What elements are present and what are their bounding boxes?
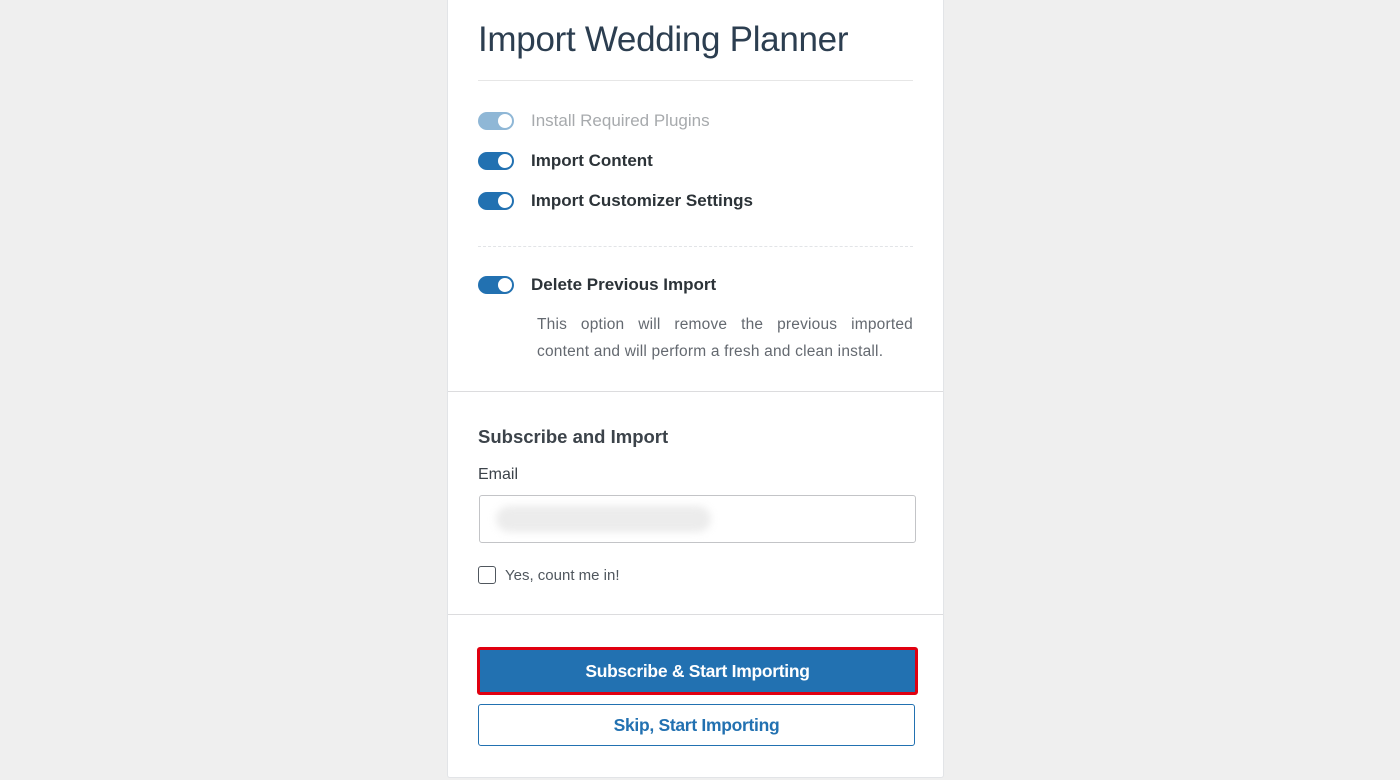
option-import-content: Import Content	[478, 141, 913, 181]
option-install-plugins: Install Required Plugins	[478, 101, 913, 141]
consent-label[interactable]: Yes, count me in!	[505, 567, 620, 584]
import-toggles: Install Required Plugins Import Content …	[478, 81, 913, 247]
subscribe-title: Subscribe and Import	[478, 426, 669, 447]
import-content-toggle[interactable]	[478, 152, 514, 170]
subscribe-section: Subscribe and Import Email Yes, count me…	[448, 392, 943, 614]
import-panel: Import Wedding Planner Install Required …	[447, 0, 944, 778]
email-label: Email	[478, 466, 519, 483]
email-field[interactable]	[479, 495, 916, 543]
page-title: Import Wedding Planner	[478, 0, 913, 81]
skip-start-importing-button[interactable]: Skip, Start Importing	[478, 704, 915, 746]
consent-row: Yes, count me in!	[478, 566, 914, 584]
actions-section: Subscribe & Start Importing Skip, Start …	[448, 615, 943, 746]
option-delete-previous: Delete Previous Import	[478, 265, 913, 305]
delete-previous-toggle[interactable]	[478, 276, 514, 294]
import-customizer-toggle[interactable]	[478, 192, 514, 210]
install-plugins-label: Install Required Plugins	[531, 111, 710, 130]
consent-checkbox[interactable]	[478, 566, 496, 584]
import-options-section: Import Wedding Planner Install Required …	[448, 0, 943, 391]
import-customizer-label: Import Customizer Settings	[531, 191, 753, 210]
import-content-label: Import Content	[531, 151, 653, 170]
delete-previous-block: Delete Previous Import This option will …	[478, 247, 913, 391]
subscribe-start-importing-button[interactable]: Subscribe & Start Importing	[477, 647, 918, 695]
delete-previous-label: Delete Previous Import	[531, 275, 717, 294]
email-value-redacted	[496, 506, 711, 532]
option-import-customizer: Import Customizer Settings	[478, 181, 913, 221]
delete-previous-description: This option will remove the previous imp…	[537, 316, 913, 360]
install-plugins-toggle	[478, 112, 514, 130]
